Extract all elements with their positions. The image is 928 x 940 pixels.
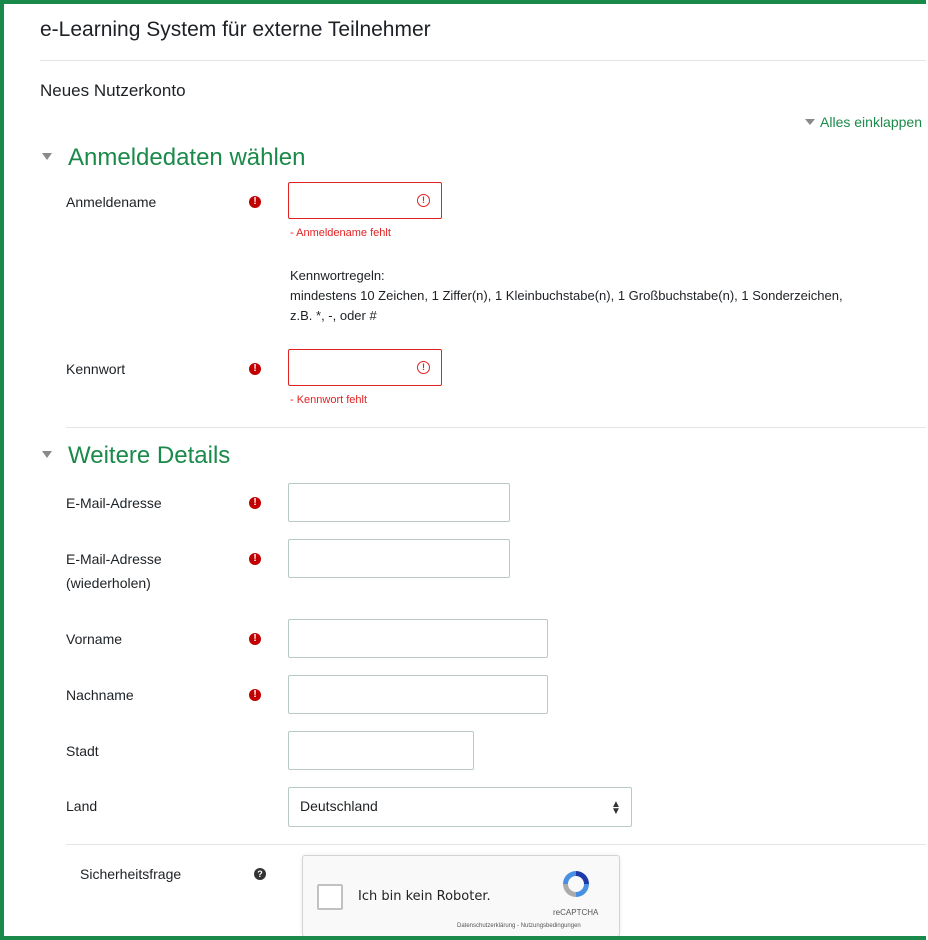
invalid-icon: !: [417, 194, 430, 207]
collapse-all-label: Alles einklappen: [820, 114, 922, 130]
country-select[interactable]: Deutschland ▲ ▼: [288, 787, 632, 827]
password-rules-line1: mindestens 10 Zeichen, 1 Ziffer(n), 1 Kl…: [290, 288, 843, 303]
section-login-header[interactable]: Anmeldedaten wählen: [42, 144, 306, 172]
page-title: Neues Nutzerkonto: [40, 81, 186, 100]
page-frame: e-Learning System für externe Teilnehmer…: [0, 0, 926, 940]
section-divider: [66, 427, 926, 428]
recaptcha-checkbox[interactable]: [317, 884, 343, 910]
section-details-title: Weitere Details: [68, 442, 231, 469]
collapse-all-link[interactable]: Alles einklappen: [805, 114, 922, 130]
section-divider: [66, 844, 926, 845]
question-circle-icon[interactable]: ?: [254, 868, 266, 880]
section-login-title: Anmeldedaten wählen: [68, 144, 306, 171]
username-error: - Anmeldename fehlt: [290, 227, 391, 239]
lastname-label: Nachname: [66, 687, 134, 703]
firstname-label: Vorname: [66, 631, 123, 647]
collapse-icon: [42, 153, 52, 160]
required-icon: !: [249, 363, 261, 375]
recaptcha-brand: reCAPTCHA: [553, 908, 599, 917]
section-details-header[interactable]: Weitere Details: [42, 442, 230, 470]
collapse-icon: [42, 451, 52, 458]
username-label: Anmeldename: [66, 194, 157, 210]
email-repeat-input[interactable]: [288, 539, 510, 578]
password-rules: Kennwortregeln: mindestens 10 Zeichen, 1…: [290, 266, 920, 326]
required-icon: !: [249, 196, 261, 208]
email-repeat-label-line1: E-Mail-Adresse: [66, 551, 162, 567]
recaptcha-widget: Ich bin kein Roboter. reCAPTCHA Datensch…: [302, 855, 620, 936]
required-icon: !: [249, 553, 261, 565]
password-input[interactable]: !: [288, 349, 442, 386]
firstname-input[interactable]: [288, 619, 548, 658]
country-label: Land: [66, 798, 98, 814]
password-rules-title: Kennwortregeln:: [290, 268, 385, 283]
country-selected-value: Deutschland: [300, 798, 378, 814]
recaptcha-label: Ich bin kein Roboter.: [358, 889, 491, 904]
triangle-down-icon: [805, 119, 816, 125]
city-label: Stadt: [66, 743, 99, 759]
email-input[interactable]: [288, 483, 510, 522]
email-repeat-label: E-Mail-Adresse (wiederholen): [66, 547, 162, 595]
email-label: E-Mail-Adresse: [66, 495, 162, 511]
site-title[interactable]: e-Learning System für externe Teilnehmer: [40, 18, 431, 42]
password-rules-line2: z.B. *, -, oder #: [290, 308, 377, 323]
invalid-icon: !: [417, 361, 430, 374]
recaptcha-logo-icon: [563, 871, 589, 897]
username-input[interactable]: !: [288, 182, 442, 219]
captcha-label: Sicherheitsfrage: [80, 866, 182, 882]
password-label: Kennwort: [66, 361, 126, 377]
required-icon: !: [249, 689, 261, 701]
lastname-input[interactable]: [288, 675, 548, 714]
recaptcha-links[interactable]: Datenschutzerklärung - Nutzungsbedingung…: [457, 923, 581, 929]
email-repeat-label-line2: (wiederholen): [66, 575, 151, 591]
required-icon: !: [249, 497, 261, 509]
password-error: - Kennwort fehlt: [290, 394, 368, 406]
header-divider: [40, 60, 926, 61]
select-arrows-icon: ▲ ▼: [611, 799, 621, 817]
city-input[interactable]: [288, 731, 474, 770]
required-icon: !: [249, 633, 261, 645]
